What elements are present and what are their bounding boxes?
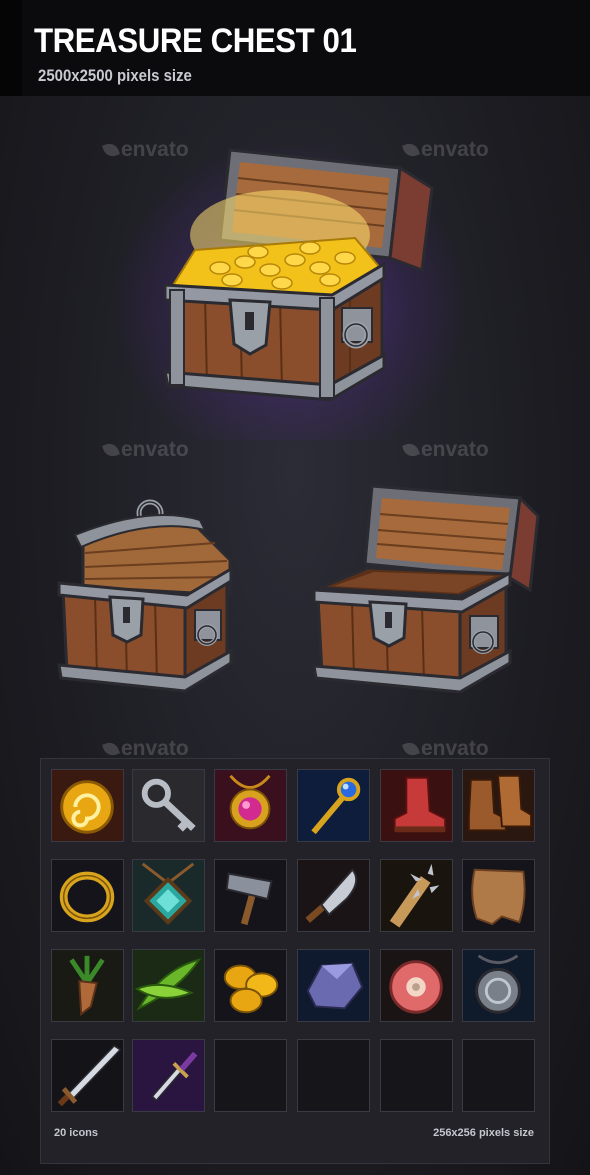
spiked-club-icon <box>380 859 453 932</box>
gold-ring-icon <box>51 859 124 932</box>
spiked-club-icon <box>381 860 452 931</box>
silver-medallion-icon <box>462 949 535 1022</box>
sword-icon <box>52 1040 123 1111</box>
page-subtitle: 2500x2500 pixels size <box>38 66 192 85</box>
gold-coin-icon <box>51 769 124 842</box>
scepter-icon <box>298 770 369 841</box>
header-accent-bar <box>0 0 22 96</box>
teal-gem-pendant-icon <box>132 859 205 932</box>
watermark-text: envato <box>421 438 489 461</box>
dagger-icon <box>133 1040 204 1111</box>
watermark-text: envato <box>121 438 189 461</box>
silver-medallion-icon <box>463 950 534 1021</box>
root-herb-icon <box>52 950 123 1021</box>
cleaver-icon <box>298 860 369 931</box>
crystal-ore-icon <box>297 949 370 1022</box>
chest-closed-icon <box>57 499 233 693</box>
icon-count-label: 20 icons <box>54 1127 99 1139</box>
chest-open-empty-icon <box>312 484 540 693</box>
teal-gem-pendant-icon <box>133 860 204 931</box>
watermark: envato <box>402 438 489 462</box>
leather-hide-icon <box>462 859 535 932</box>
green-leaf-icon <box>132 949 205 1022</box>
gold-ring-icon <box>52 860 123 931</box>
amulet-icon <box>215 770 286 841</box>
dagger-icon <box>132 1039 205 1112</box>
gold-coin-icon <box>52 770 123 841</box>
meat-steak-icon <box>381 950 452 1021</box>
red-boot-icon <box>380 769 453 842</box>
key-icon <box>132 769 205 842</box>
scepter-icon <box>297 769 370 842</box>
key-icon <box>133 770 204 841</box>
envato-leaf-icon <box>402 740 420 758</box>
empty-slot <box>214 1039 287 1112</box>
hammer-icon <box>215 860 286 931</box>
green-leaf-icon <box>133 950 204 1021</box>
empty-slot <box>462 1039 535 1112</box>
icon-size-label: 256x256 pixels size <box>433 1127 534 1139</box>
envato-leaf-icon <box>402 441 420 459</box>
sword-icon <box>51 1039 124 1112</box>
brown-boots-icon <box>463 770 534 841</box>
empty-slot <box>297 1039 370 1112</box>
hammer-icon <box>214 859 287 932</box>
gold-coins-icon <box>215 950 286 1021</box>
header-bar: TREASURE CHEST 01 2500x2500 pixels size <box>0 0 590 96</box>
watermark: envato <box>102 438 189 462</box>
brown-boots-icon <box>462 769 535 842</box>
crystal-ore-icon <box>298 950 369 1021</box>
gold-coins-icon <box>214 949 287 1022</box>
cleaver-icon <box>297 859 370 932</box>
envato-leaf-icon <box>102 441 120 459</box>
envato-leaf-icon <box>102 740 120 758</box>
chest-open-gold-icon <box>163 148 434 402</box>
empty-slot <box>380 1039 453 1112</box>
amulet-icon <box>214 769 287 842</box>
leather-hide-icon <box>463 860 534 931</box>
red-boot-icon <box>381 770 452 841</box>
root-herb-icon <box>51 949 124 1022</box>
page-title: TREASURE CHEST 01 <box>34 22 357 60</box>
meat-steak-icon <box>380 949 453 1022</box>
